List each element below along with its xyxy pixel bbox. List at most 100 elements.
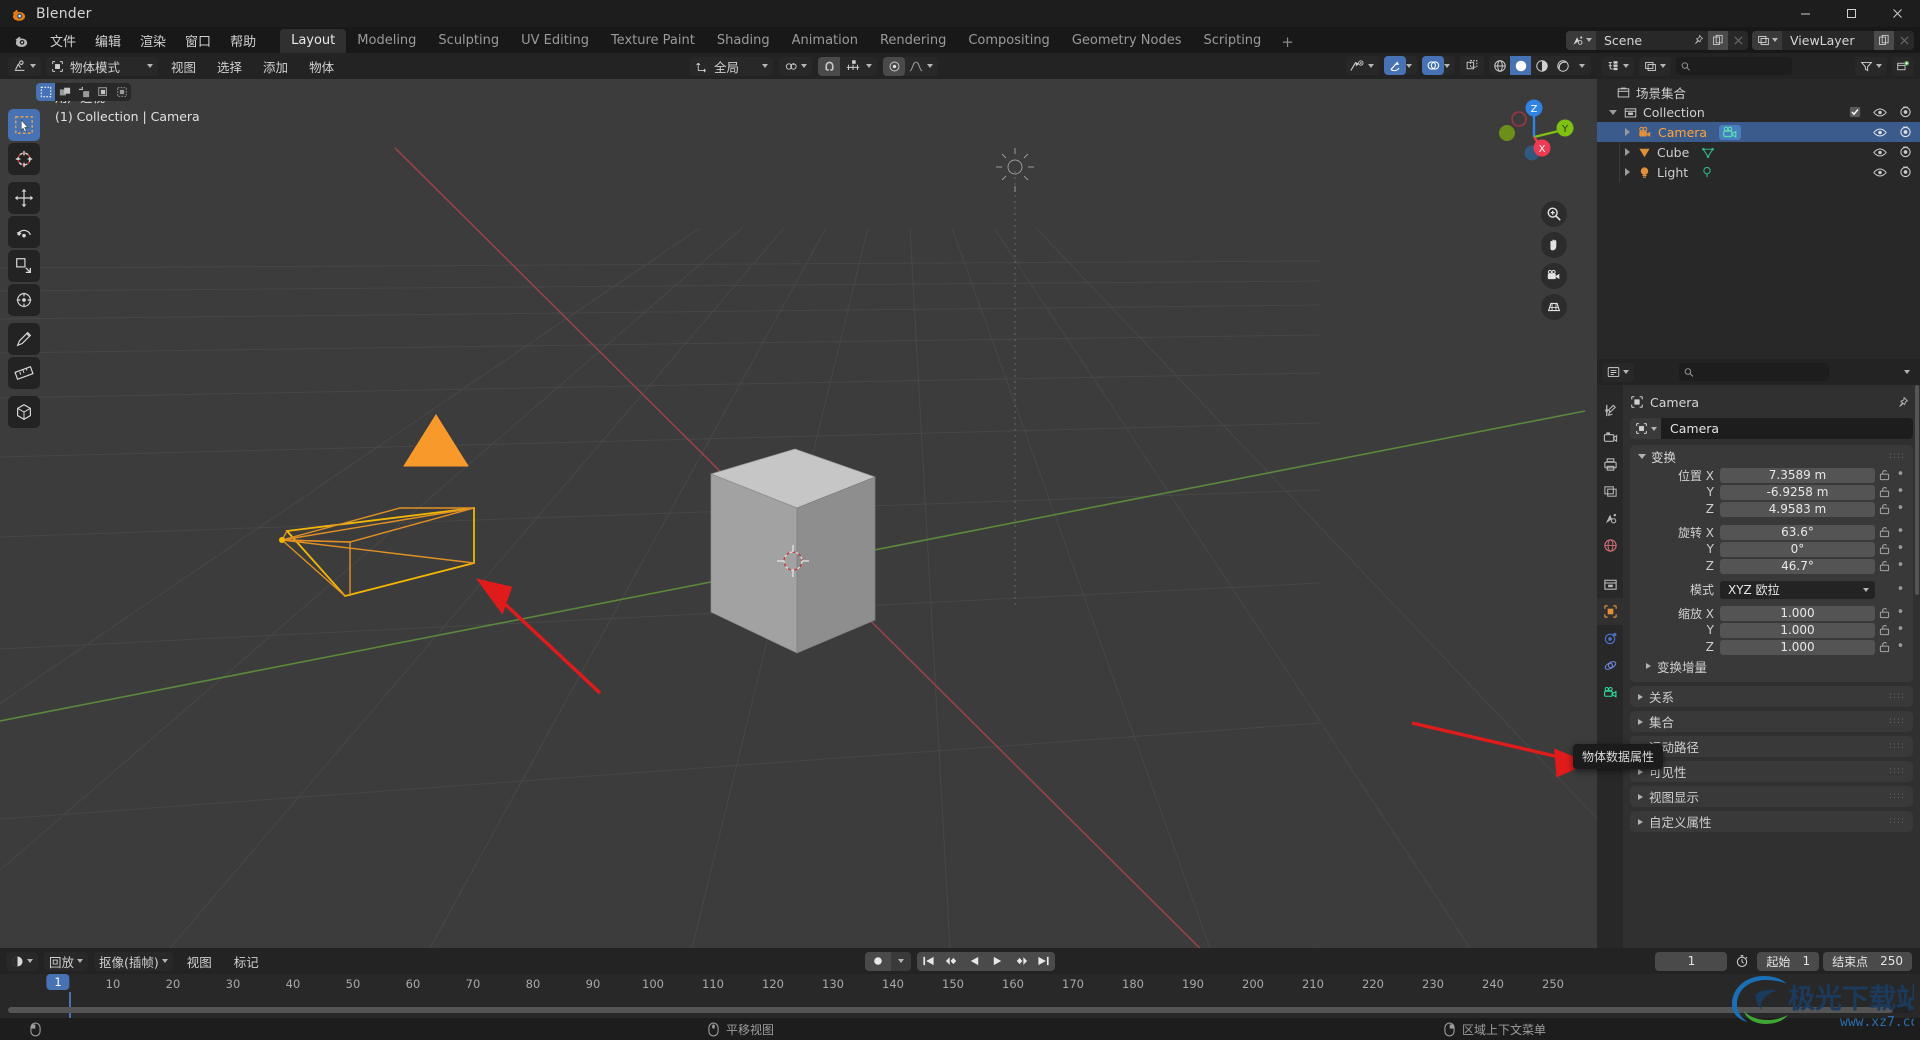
- viewlayer-selector[interactable]: ViewLayer: [1752, 30, 1914, 50]
- outliner-search-field[interactable]: [1694, 59, 1787, 73]
- tab-sculpting[interactable]: Sculpting: [427, 29, 510, 53]
- collection-render-camera-icon[interactable]: [1899, 103, 1912, 122]
- outliner-editor[interactable]: 场景集合 Collection Camera Cube Light: [1597, 53, 1920, 359]
- transform-panel-header[interactable]: 变换 ::::: [1630, 445, 1913, 467]
- rotation-z-field[interactable]: 46.7°: [1720, 558, 1875, 574]
- collections-expand-icon[interactable]: [1638, 718, 1643, 725]
- location-y-field[interactable]: -6.9258 m: [1720, 484, 1875, 500]
- editor-type-selector[interactable]: [8, 56, 41, 76]
- visibility-panel[interactable]: 可见性 ::::: [1630, 761, 1913, 782]
- play-icon[interactable]: [986, 952, 1009, 971]
- tool-transform[interactable]: [8, 284, 40, 316]
- viewlayer-browse-icon[interactable]: [1752, 30, 1782, 50]
- location-y-animate-icon[interactable]: •: [1894, 485, 1907, 498]
- menu-render[interactable]: 渲染: [131, 28, 175, 53]
- location-x-lock-icon[interactable]: [1875, 469, 1894, 481]
- outliner-editor-type-icon[interactable]: [1602, 56, 1634, 76]
- light-eye-icon[interactable]: [1873, 163, 1887, 182]
- snap-target-icon[interactable]: [840, 57, 866, 76]
- navigation-gizmo[interactable]: Z Y X: [1493, 89, 1575, 171]
- viewport-display-panel[interactable]: 视图显示 ::::: [1630, 786, 1913, 807]
- minimize-icon[interactable]: [1782, 0, 1828, 27]
- light-data-icon[interactable]: [1700, 166, 1714, 179]
- tool-add-cube[interactable]: [8, 396, 40, 428]
- mesh-data-icon[interactable]: [1701, 146, 1715, 159]
- tab-shading[interactable]: Shading: [706, 29, 781, 53]
- outliner-row-light[interactable]: Light: [1597, 162, 1920, 182]
- maximize-icon[interactable]: [1828, 0, 1874, 27]
- pin-scene-icon[interactable]: [1688, 31, 1708, 50]
- delete-scene-icon[interactable]: [1728, 31, 1748, 50]
- light-render-icon[interactable]: [1899, 163, 1912, 182]
- tab-viewlayer[interactable]: [1597, 478, 1623, 505]
- tool-annotate[interactable]: [8, 323, 40, 355]
- relations-panel[interactable]: 关系 ::::: [1630, 686, 1913, 707]
- tab-output[interactable]: [1597, 451, 1623, 478]
- scale-x-field[interactable]: 1.000: [1720, 605, 1875, 621]
- ortho-persp-icon[interactable]: [1541, 294, 1567, 320]
- tab-compositing[interactable]: Compositing: [957, 29, 1061, 53]
- select-mode-group[interactable]: [36, 83, 131, 101]
- viewport-menu-object[interactable]: 物体: [301, 55, 342, 78]
- current-frame-field[interactable]: 1: [1655, 951, 1728, 971]
- scene-selector[interactable]: Scene: [1566, 30, 1748, 50]
- select-mode-invert-icon[interactable]: [93, 83, 112, 101]
- transform-collapse-icon[interactable]: [1638, 453, 1646, 459]
- collection-eye-icon[interactable]: [1873, 103, 1887, 122]
- custom-properties-expand-icon[interactable]: [1638, 818, 1643, 825]
- playback-menu[interactable]: 回放: [44, 951, 89, 971]
- rotation-y-animate-icon[interactable]: •: [1894, 542, 1907, 555]
- outliner-row-collection[interactable]: Collection: [1597, 102, 1920, 122]
- tab-collection[interactable]: [1597, 571, 1623, 598]
- relations-expand-icon[interactable]: [1638, 693, 1643, 700]
- scale-y-lock-icon[interactable]: [1875, 624, 1894, 636]
- falloff-curve-icon[interactable]: [905, 57, 927, 76]
- tab-scripting[interactable]: Scripting: [1192, 29, 1272, 53]
- shading-wireframe-icon[interactable]: [1489, 56, 1510, 75]
- next-keyframe-icon[interactable]: [1009, 952, 1032, 971]
- collection-expand-icon[interactable]: [1609, 109, 1617, 115]
- cube-eye-icon[interactable]: [1873, 143, 1887, 162]
- outliner-row-cube[interactable]: Cube: [1597, 142, 1920, 162]
- snap-magnet-icon[interactable]: [818, 56, 841, 76]
- outliner-search-input[interactable]: [1676, 57, 1792, 75]
- shading-material-icon[interactable]: [1531, 56, 1552, 75]
- scene-browse-icon[interactable]: [1566, 30, 1596, 50]
- camera-view-icon[interactable]: [1541, 263, 1567, 289]
- camera-render-icon[interactable]: [1899, 123, 1912, 142]
- tab-geometry-nodes[interactable]: Geometry Nodes: [1061, 29, 1193, 53]
- timeline-editor-type-icon[interactable]: [6, 951, 38, 971]
- viewport-display-expand-icon[interactable]: [1638, 793, 1643, 800]
- overlays-icon[interactable]: [1422, 56, 1444, 75]
- pin-icon[interactable]: [1896, 396, 1909, 409]
- tab-modeling[interactable]: Modeling: [346, 29, 427, 53]
- outliner-row-scene-collection[interactable]: 场景集合: [1597, 82, 1920, 102]
- tool-rotate[interactable]: [8, 216, 40, 248]
- collection-checkbox[interactable]: [1849, 103, 1861, 122]
- cube-render-icon[interactable]: [1899, 143, 1912, 162]
- menu-help[interactable]: 帮助: [221, 28, 265, 53]
- xray-icon[interactable]: [1460, 56, 1484, 75]
- properties-editor-type-icon[interactable]: [1602, 362, 1634, 382]
- cube-expand-icon[interactable]: [1625, 148, 1630, 156]
- rotation-mode-dropdown[interactable]: XYZ 欧拉: [1720, 580, 1875, 599]
- shading-dropdown[interactable]: [1573, 56, 1591, 75]
- gizmo-icon[interactable]: [1384, 56, 1406, 75]
- select-mode-subtract-icon[interactable]: [74, 83, 93, 101]
- close-icon[interactable]: [1874, 0, 1920, 27]
- add-workspace-button[interactable]: +: [1272, 31, 1303, 53]
- zoom-icon[interactable]: [1541, 201, 1567, 227]
- rotation-x-lock-icon[interactable]: [1875, 526, 1894, 538]
- timeline-scrollbar[interactable]: [8, 1007, 1912, 1013]
- tab-object[interactable]: [1597, 598, 1623, 625]
- light-expand-icon[interactable]: [1625, 168, 1630, 176]
- tool-scale[interactable]: [8, 250, 40, 282]
- jump-start-icon[interactable]: [917, 952, 940, 971]
- location-x-animate-icon[interactable]: •: [1894, 468, 1907, 481]
- outliner-row-camera[interactable]: Camera: [1597, 122, 1920, 142]
- motion-paths-panel[interactable]: 运动路径 ::::: [1630, 736, 1913, 757]
- visibility-icon[interactable]: [1346, 56, 1368, 75]
- camera-eye-icon[interactable]: [1873, 123, 1887, 142]
- location-z-animate-icon[interactable]: •: [1894, 502, 1907, 515]
- rotation-z-animate-icon[interactable]: •: [1894, 559, 1907, 572]
